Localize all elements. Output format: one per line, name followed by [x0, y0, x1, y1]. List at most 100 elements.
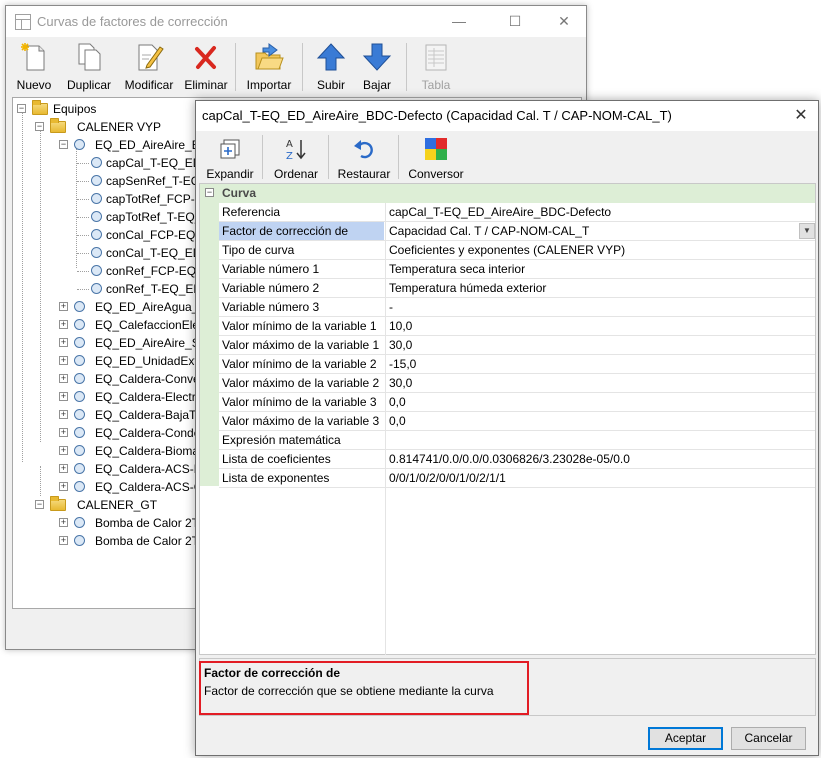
- property-value[interactable]: 0/0/1/0/2/0/0/1/0/2/1/1: [386, 469, 815, 487]
- expand-icon[interactable]: +: [59, 428, 68, 437]
- property-row[interactable]: Valor mínimo de la variable 2 -15,0: [219, 355, 815, 374]
- property-row[interactable]: Variable número 3 -: [219, 298, 815, 317]
- property-row[interactable]: Valor mínimo de la variable 3 0,0: [219, 393, 815, 412]
- collapse-icon[interactable]: −: [59, 140, 68, 149]
- property-name: Valor máximo de la variable 2: [222, 376, 380, 390]
- sort-az-icon: A Z: [286, 139, 306, 161]
- import-button[interactable]: Importar: [243, 37, 295, 95]
- property-value[interactable]: [386, 431, 815, 449]
- collapse-icon[interactable]: −: [17, 104, 26, 113]
- property-value[interactable]: 0.814741/0.0/0.0/0.0306826/3.23028e-05/0…: [386, 450, 815, 468]
- property-row[interactable]: Valor mínimo de la variable 1 10,0: [219, 317, 815, 336]
- ok-button[interactable]: Aceptar: [648, 727, 723, 750]
- undo-icon: [354, 140, 373, 159]
- curve-node-icon: [74, 409, 85, 420]
- expand-icon[interactable]: +: [59, 464, 68, 473]
- maximize-button[interactable]: ☐: [492, 6, 538, 37]
- property-value[interactable]: 0,0: [386, 393, 815, 411]
- property-value[interactable]: 10,0: [386, 317, 815, 335]
- property-row[interactable]: Valor máximo de la variable 3 0,0: [219, 412, 815, 431]
- property-name: Factor de corrección de: [219, 222, 384, 240]
- property-row[interactable]: Variable número 1 Temperatura seca interi…: [219, 260, 815, 279]
- duplicate-button[interactable]: Duplicar: [64, 37, 114, 95]
- tree-line: [76, 148, 77, 268]
- new-button[interactable]: Nuevo: [12, 37, 56, 95]
- property-value[interactable]: 30,0: [386, 336, 815, 354]
- cancel-button[interactable]: Cancelar: [731, 727, 806, 750]
- curve-node-icon: [91, 283, 102, 294]
- curve-node-icon: [74, 445, 85, 456]
- property-grid[interactable]: − Curva Referencia capCal_T-EQ_ED_AireAir…: [199, 183, 816, 655]
- table-label: Tabla: [421, 78, 451, 92]
- description-title: Factor de corrección de: [204, 666, 341, 680]
- tree-line: [40, 130, 41, 442]
- converter-button[interactable]: Conversor: [406, 131, 466, 189]
- property-value[interactable]: capCal_T-EQ_ED_AireAire_BDC-Defecto: [386, 203, 815, 221]
- curve-node-icon: [91, 157, 102, 168]
- property-name: Valor máximo de la variable 3: [222, 414, 380, 428]
- curves-window-titlebar[interactable]: Curvas de factores de corrección — ☐ ✕: [6, 6, 586, 37]
- tree-line: [77, 289, 89, 290]
- sort-button[interactable]: A Z Ordenar: [270, 131, 322, 189]
- property-value[interactable]: 0,0: [386, 412, 815, 430]
- dropdown-arrow-icon[interactable]: ▼: [799, 223, 815, 239]
- expand-icon[interactable]: +: [59, 482, 68, 491]
- delete-button[interactable]: Eliminar: [183, 37, 229, 95]
- property-value[interactable]: -15,0: [386, 355, 815, 373]
- expand-icon[interactable]: +: [59, 302, 68, 311]
- property-name: Valor mínimo de la variable 3: [222, 395, 377, 409]
- expand-icon[interactable]: +: [59, 536, 68, 545]
- property-value[interactable]: 30,0: [386, 374, 815, 392]
- expand-icon[interactable]: +: [59, 518, 68, 527]
- move-up-button[interactable]: Subir: [309, 37, 353, 95]
- close-button[interactable]: ✕: [541, 6, 587, 37]
- property-row[interactable]: Referencia capCal_T-EQ_ED_AireAire_BDC-De…: [219, 203, 815, 222]
- move-down-button[interactable]: Bajar: [355, 37, 399, 95]
- property-value[interactable]: Coeficientes y exponentes (CALENER VYP): [386, 241, 815, 259]
- expand-icon[interactable]: +: [59, 392, 68, 401]
- property-row[interactable]: Valor máximo de la variable 1 30,0: [219, 336, 815, 355]
- edit-button[interactable]: Modificar: [121, 37, 177, 95]
- property-name: Tipo de curva: [222, 243, 295, 257]
- collapse-icon[interactable]: −: [205, 188, 214, 197]
- property-description-panel: Factor de corrección de Factor de correc…: [199, 658, 816, 716]
- property-row[interactable]: Lista de exponentes 0/0/1/0/2/0/0/1/0/2/1…: [219, 469, 815, 488]
- property-row[interactable]: Expresión matemática: [219, 431, 815, 450]
- property-value[interactable]: Temperatura seca interior: [386, 260, 815, 278]
- property-row[interactable]: Lista de coeficientes 0.814741/0.0/0.0/0.…: [219, 450, 815, 469]
- tree-line: [77, 199, 89, 200]
- curve-node-icon: [74, 373, 85, 384]
- property-name: Variable número 3: [222, 300, 320, 314]
- property-value[interactable]: -: [386, 298, 815, 316]
- table-button[interactable]: Tabla: [414, 37, 458, 95]
- expand-icon[interactable]: +: [59, 338, 68, 347]
- curve-node-icon: [74, 139, 85, 150]
- curve-editor-dialog: capCal_T-EQ_ED_AireAire_BDC-Defecto (Cap…: [195, 100, 819, 756]
- property-row[interactable]: Variable número 2 Temperatura húmeda exte…: [219, 279, 815, 298]
- property-name: Valor mínimo de la variable 2: [222, 357, 377, 371]
- restore-button[interactable]: Restaurar: [336, 131, 392, 189]
- expand-icon[interactable]: +: [59, 374, 68, 383]
- folder-icon: [32, 100, 48, 115]
- collapse-icon[interactable]: −: [35, 500, 44, 509]
- tree-line: [40, 466, 41, 496]
- minimize-button[interactable]: —: [436, 6, 482, 37]
- expand-button[interactable]: Expandir: [204, 131, 256, 189]
- expand-icon[interactable]: +: [59, 410, 68, 419]
- property-value[interactable]: Temperatura húmeda exterior: [386, 279, 815, 297]
- property-row[interactable]: Valor máximo de la variable 2 30,0: [219, 374, 815, 393]
- collapse-icon[interactable]: −: [35, 122, 44, 131]
- dialog-titlebar[interactable]: capCal_T-EQ_ED_AireAire_BDC-Defecto (Cap…: [196, 101, 818, 131]
- dialog-close-button[interactable]: ✕: [784, 101, 818, 131]
- expand-icon[interactable]: +: [59, 446, 68, 455]
- expand-icon[interactable]: +: [59, 320, 68, 329]
- curve-node-icon: [74, 301, 85, 312]
- curve-node-icon: [91, 229, 102, 240]
- property-row[interactable]: Tipo de curva Coeficientes y exponentes (…: [219, 241, 815, 260]
- delete-label: Eliminar: [184, 78, 228, 92]
- expand-icon[interactable]: +: [59, 356, 68, 365]
- category-header-curve[interactable]: − Curva: [200, 184, 815, 203]
- property-row[interactable]: Factor de corrección de Capacidad Cal. T …: [219, 222, 815, 241]
- property-value[interactable]: Capacidad Cal. T / CAP-NOM-CAL_T: [386, 222, 815, 240]
- converter-label: Conversor: [408, 167, 464, 181]
